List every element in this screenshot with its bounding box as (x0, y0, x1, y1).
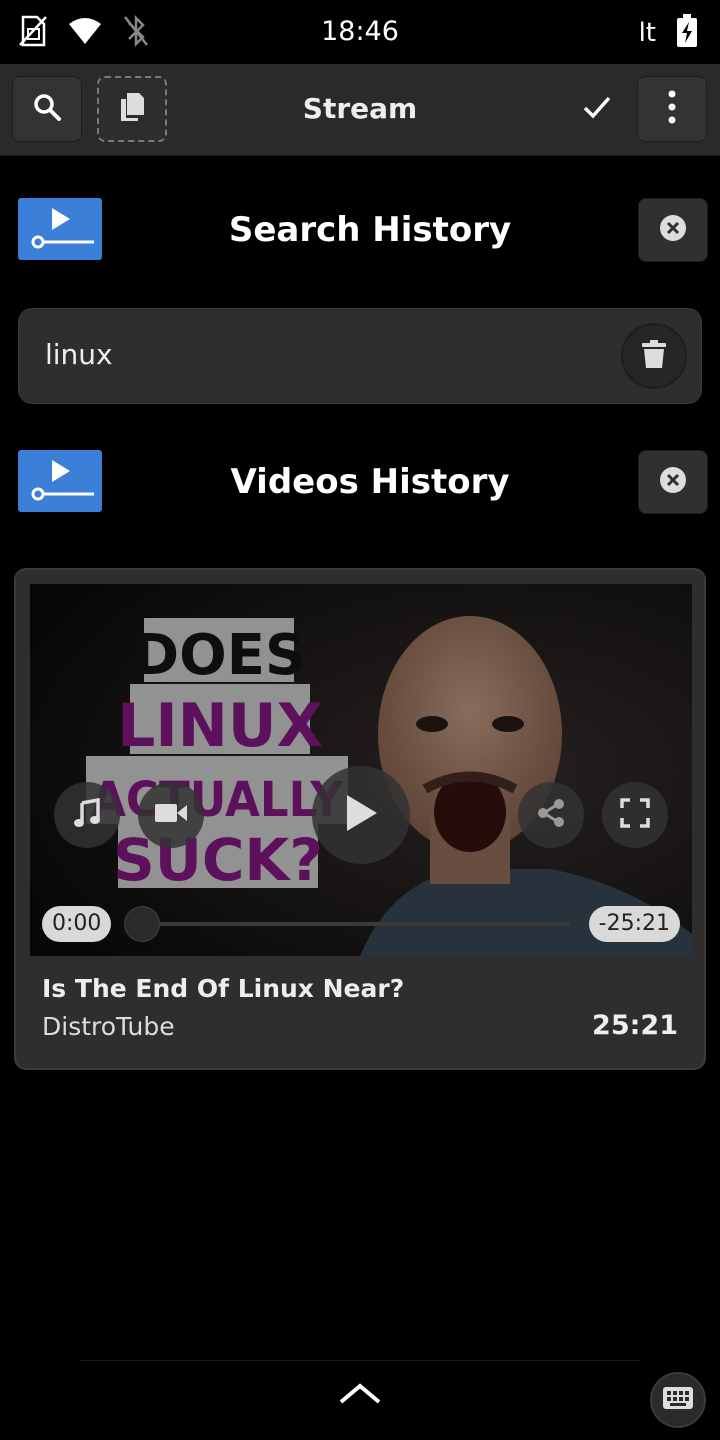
seek-handle[interactable] (124, 906, 160, 942)
app-logo-icon (18, 198, 102, 260)
music-note-icon (72, 797, 102, 832)
main-menu-button[interactable] (637, 76, 707, 142)
delete-search-button[interactable] (621, 323, 687, 389)
video-history-card[interactable]: DOES LINUX ACTUALLY SUCK? 0:00 -25:21 Is… (14, 568, 706, 1070)
keyboard-layout-indicator: lt (638, 18, 656, 48)
close-circle-icon (659, 214, 687, 246)
chevron-up-icon (338, 1382, 382, 1412)
battery-charging-icon (676, 14, 698, 52)
keyboard-icon (663, 1387, 693, 1413)
video-camera-icon (154, 801, 188, 829)
play-icon (343, 793, 379, 837)
clock: 18:46 (321, 16, 399, 47)
fullscreen-button[interactable] (602, 782, 668, 848)
seek-bar[interactable] (140, 922, 570, 926)
play-button[interactable] (312, 766, 410, 864)
remaining-time: -25:21 (588, 906, 680, 942)
video-mode-button[interactable] (138, 782, 204, 848)
current-time: 0:00 (42, 906, 112, 942)
check-icon (582, 94, 612, 124)
clear-videos-history-button[interactable] (638, 450, 708, 514)
status-bar: 18:46 lt (0, 0, 720, 64)
video-channel: DistroTube (42, 1012, 175, 1041)
search-query: linux (45, 338, 113, 371)
audio-mode-button[interactable] (54, 782, 120, 848)
videos-history-title: Videos History (230, 462, 510, 502)
video-duration: 25:21 (592, 1010, 678, 1041)
trash-icon (641, 339, 667, 373)
share-icon (536, 798, 566, 832)
keyboard-toggle-button[interactable] (650, 1372, 706, 1428)
clear-search-history-button[interactable] (638, 198, 708, 262)
show-panel-button[interactable] (334, 1382, 386, 1412)
search-history-item[interactable]: linux (18, 308, 702, 404)
bottom-divider (80, 1360, 640, 1361)
app-logo-icon (18, 450, 102, 512)
header-bar: Stream (0, 64, 720, 156)
share-button[interactable] (518, 782, 584, 848)
select-mode-button[interactable] (562, 76, 632, 142)
search-history-title: Search History (228, 210, 512, 250)
videos-history-header: Videos History (18, 450, 708, 514)
video-title: Is The End Of Linux Near? (42, 974, 405, 1003)
video-player[interactable]: DOES LINUX ACTUALLY SUCK? 0:00 -25:21 (30, 584, 692, 956)
close-circle-icon (659, 466, 687, 498)
search-history-header: Search History (18, 198, 708, 262)
more-vertical-icon (667, 90, 677, 128)
fullscreen-icon (620, 798, 650, 832)
